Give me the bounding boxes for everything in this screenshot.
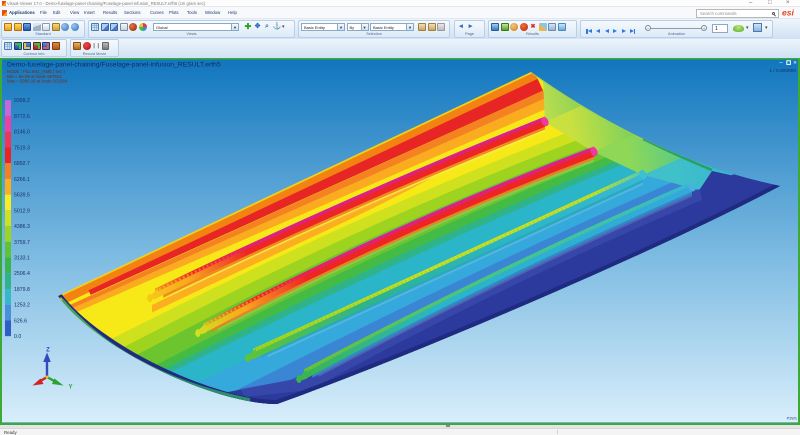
svg-text:4386.3: 4386.3 [14,224,30,230]
svg-text:3133.1: 3133.1 [14,256,30,262]
svg-text:3759.7: 3759.7 [14,240,30,246]
svg-text:5639.5: 5639.5 [14,193,30,199]
svg-text:P2W1: P2W1 [787,417,797,421]
svg-text:Max = 9399.18 at Node 201684: Max = 9399.18 at Node 201684 [7,79,68,84]
svg-text:Y: Y [69,385,73,391]
svg-text:5012.9: 5012.9 [14,208,30,214]
svg-text:1253.2: 1253.2 [14,303,30,309]
svg-text:1 / 0.000000: 1 / 0.000000 [769,68,796,74]
svg-text:7519.3: 7519.3 [14,145,30,151]
svg-text:×: × [793,61,797,67]
svg-text:9399.2: 9399.2 [14,98,30,104]
svg-text:8146.0: 8146.0 [14,130,30,136]
svg-text:Z: Z [46,348,50,354]
svg-text:1879.8: 1879.8 [14,287,30,293]
svg-text:8772.6: 8772.6 [14,114,30,120]
svg-text:2506.4: 2506.4 [14,271,30,277]
svg-text:6892.7: 6892.7 [14,161,30,167]
svg-text:6266.1: 6266.1 [14,177,30,183]
svg-text:Demo-fuselage-panel-chaining/F: Demo-fuselage-panel-chaining/Fuselage-pa… [7,62,221,69]
svg-text:626.6: 626.6 [14,318,27,324]
svg-text:0.0: 0.0 [14,334,21,340]
